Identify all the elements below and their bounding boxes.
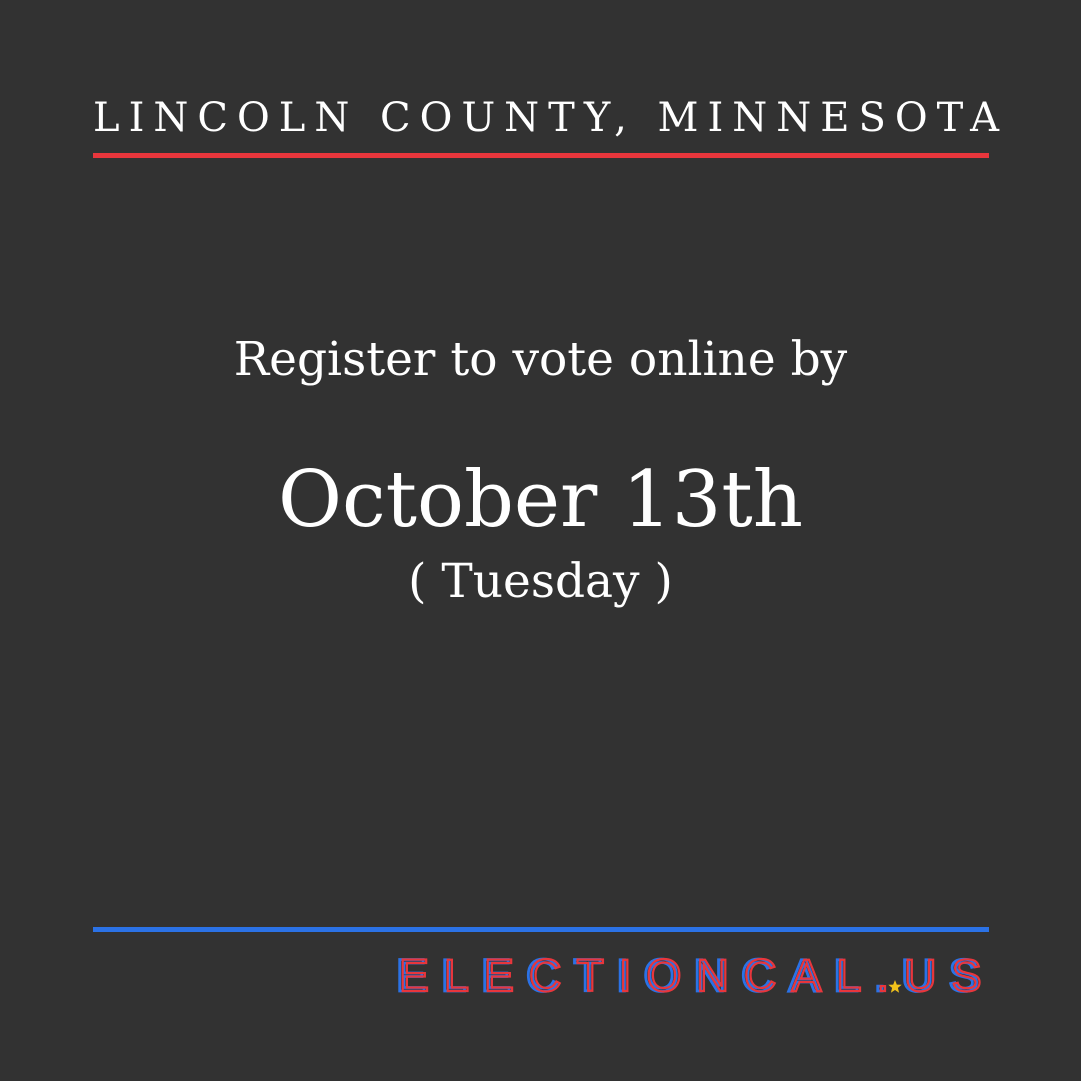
county-title: LINCOLN COUNTY, MINNESOTA (93, 95, 1009, 141)
deadline-date: October 13th (278, 455, 803, 545)
deadline-weekday: ( Tuesday ) (408, 554, 673, 609)
logo-text-red: ELECTIONCAL.US (399, 950, 996, 1000)
red-divider (93, 153, 989, 158)
election-card: LINCOLN COUNTY, MINNESOTA Register to vo… (0, 0, 1081, 1081)
blue-divider (93, 927, 989, 932)
electioncal-logo: ELECTIONCAL.US ELECTIONCAL.US (396, 950, 996, 1000)
register-text: Register to vote online by (233, 332, 848, 387)
